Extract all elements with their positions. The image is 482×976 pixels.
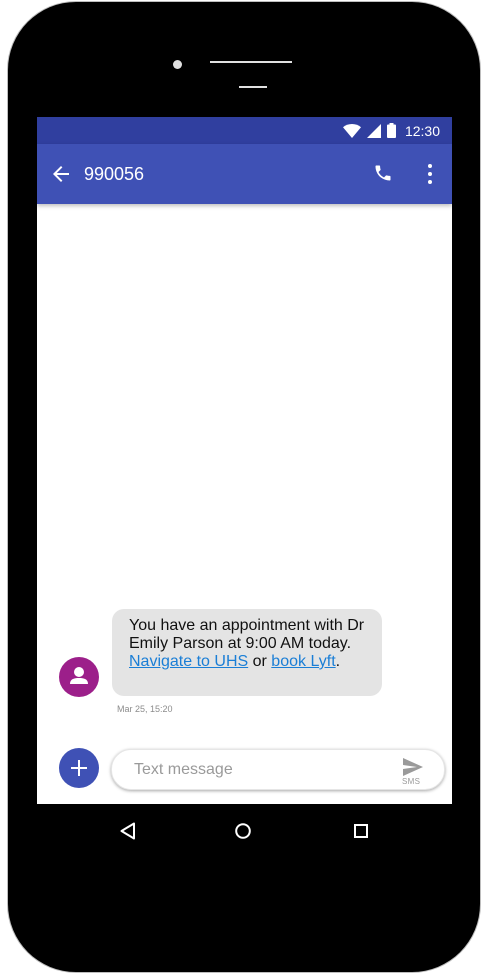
phone-icon[interactable] — [373, 163, 393, 183]
nav-home-icon[interactable] — [235, 823, 251, 839]
status-time: 12:30 — [404, 123, 440, 139]
book-lyft-link[interactable]: book Lyft — [271, 653, 335, 670]
nav-recents-icon[interactable] — [354, 824, 368, 838]
send-button[interactable]: SMS — [400, 758, 426, 786]
sms-label: SMS — [402, 777, 421, 786]
send-icon — [403, 758, 423, 776]
message-text: You have an appointment with Dr Emily Pa… — [129, 617, 365, 652]
person-icon — [70, 667, 88, 684]
compose-bar: SMS — [111, 749, 445, 790]
navigate-link[interactable]: Navigate to UHS — [129, 653, 248, 670]
text-message-input[interactable] — [132, 758, 386, 782]
message-bubble: You have an appointment with Dr Emily Pa… — [112, 609, 382, 696]
navigation-bar — [37, 804, 452, 858]
front-camera — [173, 60, 182, 69]
cell-signal-icon — [367, 123, 381, 138]
screen: 12:30 990056 You have an appointment wit… — [37, 117, 452, 804]
arrow-back-icon[interactable] — [51, 164, 71, 184]
earpiece-speaker — [210, 61, 292, 63]
avatar[interactable] — [59, 657, 99, 697]
status-icons — [343, 123, 396, 138]
app-bar: 990056 — [37, 144, 452, 204]
message-timestamp: Mar 25, 15:20 — [117, 704, 173, 714]
conversation-title: 990056 — [84, 164, 145, 184]
status-bar: 12:30 — [37, 117, 452, 144]
volume-button — [8, 152, 15, 202]
more-vert-icon[interactable] — [423, 163, 437, 185]
wifi-icon — [343, 123, 361, 138]
message-text-between: or — [248, 653, 272, 670]
nav-back-icon[interactable] — [119, 822, 137, 840]
battery-icon — [387, 123, 396, 138]
proximity-sensor — [239, 86, 267, 88]
add-attachment-button[interactable] — [59, 748, 99, 788]
power-button — [8, 274, 15, 386]
message-text-end: . — [335, 653, 341, 670]
